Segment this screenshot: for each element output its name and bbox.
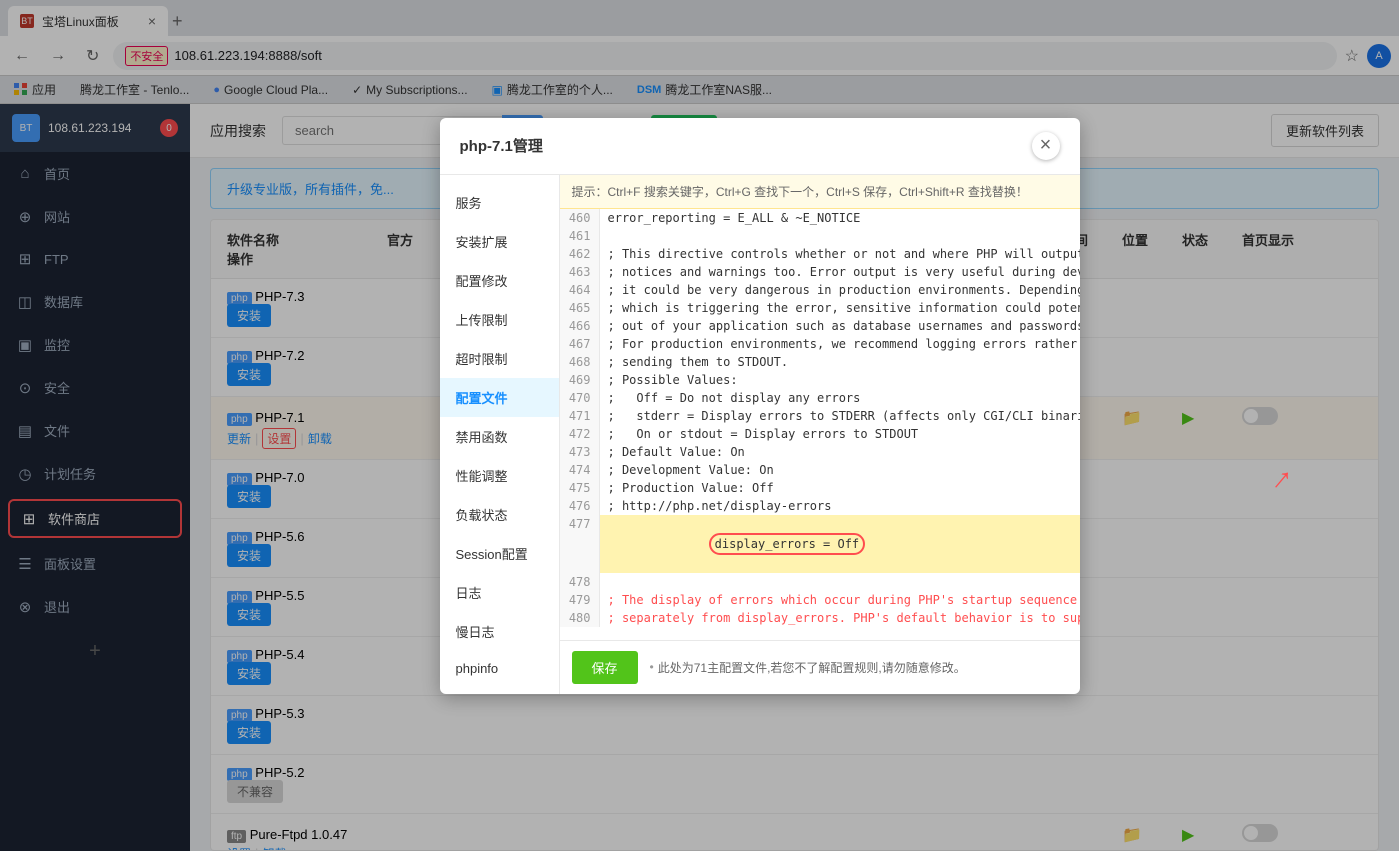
highlighted-code: display_errors = Off: [709, 533, 866, 555]
code-line: 468 ; sending them to STDOUT.: [560, 353, 1080, 371]
modal-nav-config-modify[interactable]: 配置修改: [440, 261, 559, 300]
footer-note: • 此处为71主配置文件,若您不了解配置规则,请勿随意修改。: [650, 659, 966, 676]
modal-nav-extensions[interactable]: 安装扩展: [440, 222, 559, 261]
modal-nav-upload-limit[interactable]: 上传限制: [440, 300, 559, 339]
modal-nav-timeout[interactable]: 超时限制: [440, 339, 559, 378]
footer-note-text: 此处为71主配置文件,若您不了解配置规则,请勿随意修改。: [658, 659, 966, 676]
modal-nav: 服务 安装扩展 配置修改 上传限制 超时限制 配置文件 禁用函数 性能调整 负载…: [440, 175, 560, 694]
modal-close-btn[interactable]: ×: [1032, 132, 1060, 160]
code-line: 478: [560, 573, 1080, 591]
modal-nav-log[interactable]: 日志: [440, 573, 559, 612]
code-line: 475 ; Production Value: Off: [560, 479, 1080, 497]
modal-footer: 保存 • 此处为71主配置文件,若您不了解配置规则,请勿随意修改。: [560, 640, 1080, 694]
code-line: 471 ; stderr = Display errors to STDERR …: [560, 407, 1080, 425]
modal-nav-slowlog[interactable]: 慢日志: [440, 612, 559, 651]
modal-nav-load[interactable]: 负载状态: [440, 495, 559, 534]
modal-overlay: php-7.1管理 × 服务 安装扩展 配置修改 上传限制 超时限制 配置文件 …: [0, 0, 1399, 851]
modal-main: 提示：Ctrl+F 搜索关键字，Ctrl+G 查找下一个，Ctrl+S 保存，C…: [560, 175, 1080, 694]
modal-hint: 提示：Ctrl+F 搜索关键字，Ctrl+G 查找下一个，Ctrl+S 保存，C…: [560, 175, 1080, 209]
modal-nav-disabled-funcs[interactable]: 禁用函数: [440, 417, 559, 456]
code-line: 460 error_reporting = E_ALL & ~E_NOTICE: [560, 209, 1080, 227]
save-btn[interactable]: 保存: [572, 651, 638, 684]
code-line: 470 ; Off = Do not display any errors: [560, 389, 1080, 407]
code-line-highlighted: 477 display_errors = Off: [560, 515, 1080, 573]
code-line: 467 ; For production environments, we re…: [560, 335, 1080, 353]
modal-title: php-7.1管理: [460, 135, 543, 156]
modal-nav-performance[interactable]: 性能调整: [440, 456, 559, 495]
code-line: 473 ; Default Value: On: [560, 443, 1080, 461]
php71-modal: php-7.1管理 × 服务 安装扩展 配置修改 上传限制 超时限制 配置文件 …: [440, 118, 1080, 694]
modal-nav-config-file[interactable]: 配置文件: [440, 378, 559, 417]
code-line: 466 ; out of your application such as da…: [560, 317, 1080, 335]
code-line: 461: [560, 227, 1080, 245]
code-line: 474 ; Development Value: On: [560, 461, 1080, 479]
modal-body: 服务 安装扩展 配置修改 上传限制 超时限制 配置文件 禁用函数 性能调整 负载…: [440, 175, 1080, 694]
red-arrow-annotation: ↑: [1265, 459, 1301, 498]
code-line: 462 ; This directive controls whether or…: [560, 245, 1080, 263]
code-line: 479 ; The display of errors which occur …: [560, 591, 1080, 609]
code-editor[interactable]: 460 error_reporting = E_ALL & ~E_NOTICE …: [560, 209, 1080, 640]
code-line: 480 ; separately from display_errors. PH…: [560, 609, 1080, 627]
code-line: 476 ; http://php.net/display-errors: [560, 497, 1080, 515]
modal-nav-service[interactable]: 服务: [440, 183, 559, 222]
modal-nav-session[interactable]: Session配置: [440, 534, 559, 573]
modal-nav-phpinfo[interactable]: phpinfo: [440, 651, 559, 686]
hint-text: 提示：Ctrl+F 搜索关键字，Ctrl+G 查找下一个，Ctrl+S 保存，C…: [572, 185, 1028, 199]
code-line: 464 ; it could be very dangerous in prod…: [560, 281, 1080, 299]
code-line: 465 ; which is triggering the error, sen…: [560, 299, 1080, 317]
code-line: 463 ; notices and warnings too. Error ou…: [560, 263, 1080, 281]
modal-header: php-7.1管理 ×: [440, 118, 1080, 175]
code-line: 469 ; Possible Values:: [560, 371, 1080, 389]
code-line: 472 ; On or stdout = Display errors to S…: [560, 425, 1080, 443]
